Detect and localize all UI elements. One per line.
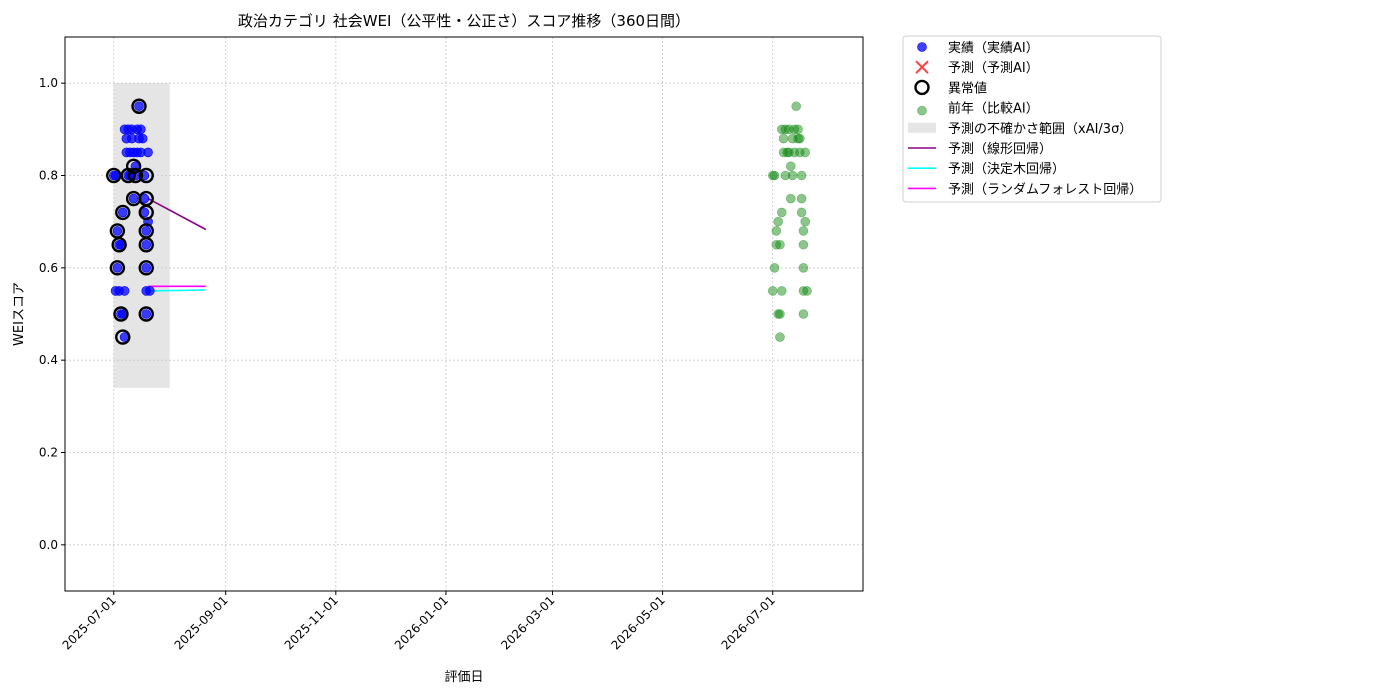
previous-year-point	[769, 170, 780, 181]
previous-year-point	[775, 309, 785, 319]
x-tick-label: 2025-09-01	[172, 593, 231, 652]
x-axis: 2025-07-01 2025-09-01 2025-11-01 2026-01-01…	[60, 591, 778, 652]
actual-point	[117, 207, 128, 218]
previous-year-point	[785, 193, 796, 204]
legend-label: 予測（決定木回帰）	[948, 161, 1065, 177]
data-points	[106, 98, 812, 345]
y-tick-label: 0.4	[39, 353, 58, 367]
previous-year-point	[798, 239, 809, 250]
y-axis: 0.0 0.2 0.4 0.6 0.8 1.0	[39, 76, 65, 552]
y-tick-label: 1.0	[39, 76, 58, 90]
legend-label: 予測（線形回帰）	[948, 141, 1052, 157]
legend-label: 前年（比較AI）	[948, 101, 1039, 117]
legend-label: 実績（実績AI）	[948, 40, 1039, 56]
legend: 実績（実績AI） 予測（予測AI） 異常値前年（比較AI） 予測の不確かさ範囲（xAI…	[902, 35, 1162, 203]
previous-year-point	[776, 207, 787, 218]
legend-label: 異常値	[948, 80, 987, 96]
actual-point	[137, 133, 148, 144]
prediction-line	[148, 289, 206, 292]
y-axis-label: WEIスコア	[12, 282, 27, 346]
previous-year-point	[802, 286, 812, 296]
previous-year-point	[800, 216, 811, 227]
previous-year-point	[775, 239, 785, 250]
previous-year-point	[769, 263, 780, 273]
legend-swatch	[917, 42, 927, 52]
actual-point	[136, 124, 146, 135]
x-tick-label: 2026-05-01	[608, 593, 667, 652]
legend-label: 予測（予測AI）	[948, 61, 1039, 76]
previous-year-point	[767, 286, 778, 296]
actual-point	[134, 101, 144, 112]
previous-year-point	[796, 170, 807, 181]
previous-year-point	[795, 133, 805, 144]
actual-point	[143, 147, 153, 158]
y-tick-label: 0.0	[39, 538, 58, 552]
previous-year-point	[773, 216, 783, 227]
previous-year-point	[798, 263, 809, 273]
x-tick-label: 2026-01-01	[392, 593, 451, 652]
plot-frame	[64, 36, 864, 592]
previous-year-point	[800, 147, 811, 158]
chart-title: 政治カテゴリ 社会WEI（公平性・公正さ）スコア推移（360日間）	[238, 12, 690, 30]
previous-year-point	[793, 124, 803, 135]
actual-point	[141, 309, 152, 319]
legend-label: 予測（ランダムフォレスト回帰）	[948, 181, 1142, 197]
x-axis-label: 評価日	[444, 670, 483, 685]
previous-year-point	[785, 161, 796, 172]
previous-year-point	[778, 133, 789, 144]
actual-point	[145, 286, 155, 296]
x-tick-label: 2025-07-01	[60, 593, 119, 652]
chart: 政治カテゴリ 社会WEI（公平性・公正さ）スコア推移（360日間） 0.0 0.2…	[12, 12, 1162, 685]
grid	[65, 37, 863, 591]
x-tick-label: 2026-07-01	[719, 593, 778, 652]
previous-year-point	[798, 309, 809, 319]
legend-swatch	[908, 122, 936, 133]
previous-year-point	[771, 226, 782, 236]
actual-point	[112, 226, 123, 236]
actual-point	[141, 263, 152, 273]
legend-swatch	[917, 105, 927, 116]
x-tick-label: 2025-11-01	[282, 593, 341, 652]
y-tick-label: 0.6	[39, 261, 58, 275]
previous-year-point	[798, 226, 809, 236]
previous-year-point	[776, 286, 787, 296]
actual-point	[141, 226, 152, 236]
actual-point	[119, 286, 130, 296]
previous-year-point	[796, 193, 807, 204]
previous-year-point	[796, 207, 807, 218]
y-tick-label: 0.2	[39, 446, 58, 460]
x-tick-label: 2026-03-01	[498, 593, 557, 652]
previous-year-point	[787, 170, 798, 181]
legend-label: 予測の不確かさ範囲（xAI/3σ）	[948, 121, 1132, 137]
actual-point	[128, 193, 139, 204]
previous-year-point	[775, 332, 785, 342]
y-tick-label: 0.8	[39, 169, 58, 183]
previous-year-point	[791, 101, 801, 112]
actual-point	[112, 263, 123, 273]
actual-point	[141, 239, 152, 250]
